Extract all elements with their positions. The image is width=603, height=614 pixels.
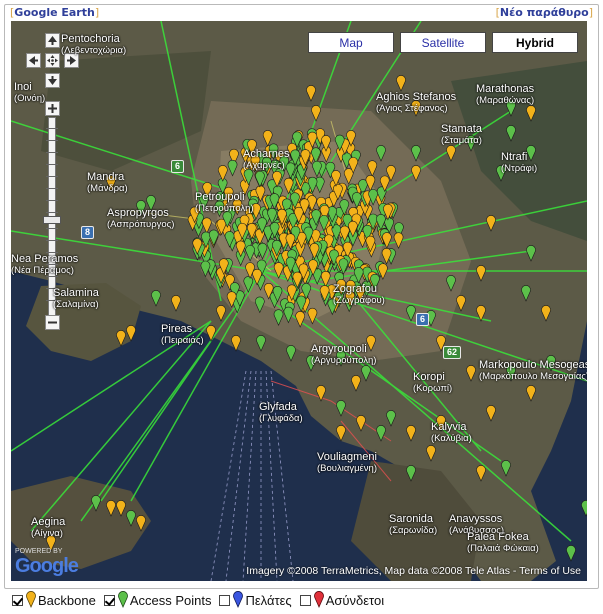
place-label: Kalyvia (Καλύβια) — [431, 421, 472, 444]
map-type-satellite-label: Satellite — [421, 35, 465, 50]
access-points-checkbox[interactable] — [103, 595, 115, 606]
google-earth-link[interactable]: [Google Earth] — [8, 6, 102, 19]
blue-marker-icon — [233, 591, 244, 608]
place-label: Nea Peramos (Νέα Πέραμος) — [11, 253, 79, 276]
map-type-hybrid-label: Hybrid — [515, 35, 554, 50]
pan-down-button[interactable] — [45, 73, 60, 88]
legend-unconnected-label: Ασύνδετοι — [325, 593, 385, 608]
road-badge: 6 — [416, 313, 430, 326]
backbone-checkbox[interactable] — [12, 595, 23, 606]
map-type-satellite-button[interactable]: Satellite — [400, 32, 486, 53]
legend-access-points-label: Access Points — [129, 593, 212, 608]
place-label: Acharnes (Αχαρνές) — [243, 148, 290, 171]
new-window-link[interactable]: [Νέο παράθυρο] — [493, 6, 595, 19]
legend-clients[interactable]: Πελάτες — [219, 590, 292, 608]
place-label: Marathonas (Μαραθώνας) — [476, 83, 535, 106]
place-label: Stamata (Σταμάτα) — [441, 123, 482, 146]
road-badge: 8 — [81, 226, 95, 239]
map-view[interactable]: Map Satellite Hybrid 6 8 62 6 Pentochori… — [11, 21, 587, 581]
plus-icon — [48, 104, 57, 113]
arrow-left-icon — [29, 56, 38, 65]
zoom-out-button[interactable] — [45, 315, 60, 330]
place-label: Glyfada (Γλυφάδα) — [259, 401, 303, 424]
arrow-up-icon — [48, 36, 57, 45]
place-label: Ntrafi (Ντράφι) — [501, 151, 538, 174]
place-label: Aegina (Αίγινα) — [31, 516, 66, 539]
return-center-button[interactable] — [45, 53, 60, 68]
map-attribution: Imagery ©2008 TerraMetrics, Map data ©20… — [246, 565, 581, 577]
place-label: Mandra (Μάνδρα) — [87, 171, 128, 194]
google-logo[interactable]: POWERED BY Google — [15, 548, 79, 578]
place-label: Palea Fokea (Παλαιά Φώκαια) — [467, 531, 539, 554]
clients-checkbox[interactable] — [219, 595, 231, 606]
zoom-in-button[interactable] — [45, 101, 60, 116]
layer-legend: Backbone Access Points Πελάτες Ασύνδετοι — [12, 589, 392, 609]
legend-backbone-label: Backbone — [38, 593, 96, 608]
place-label: Aghios Stefanos (Άγιος Στέφανος) — [376, 91, 457, 114]
center-icon — [47, 55, 58, 66]
map-type-map-label: Map — [339, 35, 363, 50]
map-type-hybrid-button[interactable]: Hybrid — [492, 32, 578, 53]
place-label: Zografou (Ζωγράφου) — [333, 283, 385, 306]
legend-clients-label: Πελάτες — [245, 593, 292, 608]
zoom-slider-handle[interactable] — [43, 216, 61, 224]
legend-unconnected[interactable]: Ασύνδετοι — [299, 590, 385, 608]
pan-left-button[interactable] — [26, 53, 41, 68]
arrow-down-icon — [48, 76, 57, 85]
green-marker-icon — [117, 591, 128, 608]
road-badge: 6 — [171, 160, 185, 173]
place-label: Argyroupoli (Αργυρούπολη) — [311, 343, 377, 366]
place-label: Pireas (Πειραιάς) — [161, 323, 204, 346]
place-label: Markopoulo Mesogeas (Μαρκόπουλο Μεσογαίας… — [479, 359, 587, 382]
red-marker-icon — [313, 591, 324, 608]
unconnected-checkbox[interactable] — [299, 595, 311, 606]
place-label: Saronida (Σαρωνίδα) — [389, 513, 438, 536]
new-window-link-label: Νέο παράθυρο — [499, 6, 589, 19]
place-label: Vouliagmeni (Βουλιαγμένη) — [317, 451, 377, 474]
road-badge: 62 — [443, 346, 462, 359]
place-label: Inoi (Οινόη) — [14, 81, 46, 104]
pan-up-button[interactable] — [45, 33, 60, 48]
yellow-marker-icon — [26, 591, 36, 608]
google-earth-link-label: Google Earth — [14, 6, 95, 19]
minus-icon — [48, 321, 57, 324]
legend-access-points[interactable]: Access Points — [103, 590, 212, 608]
place-label: Aspropyrgos (Ασπρόπυργος) — [107, 207, 175, 230]
place-label: Salamina (Σαλαμίνα) — [53, 287, 99, 310]
place-label: Koropi (Κορωπί) — [413, 371, 453, 394]
place-label: Pentochoria (Λεβεντοχώρια) — [61, 33, 127, 56]
place-label: Petroupoli (Πετρούπολη) — [195, 191, 254, 214]
legend-backbone[interactable]: Backbone — [12, 590, 96, 608]
map-type-map-button[interactable]: Map — [308, 32, 394, 53]
